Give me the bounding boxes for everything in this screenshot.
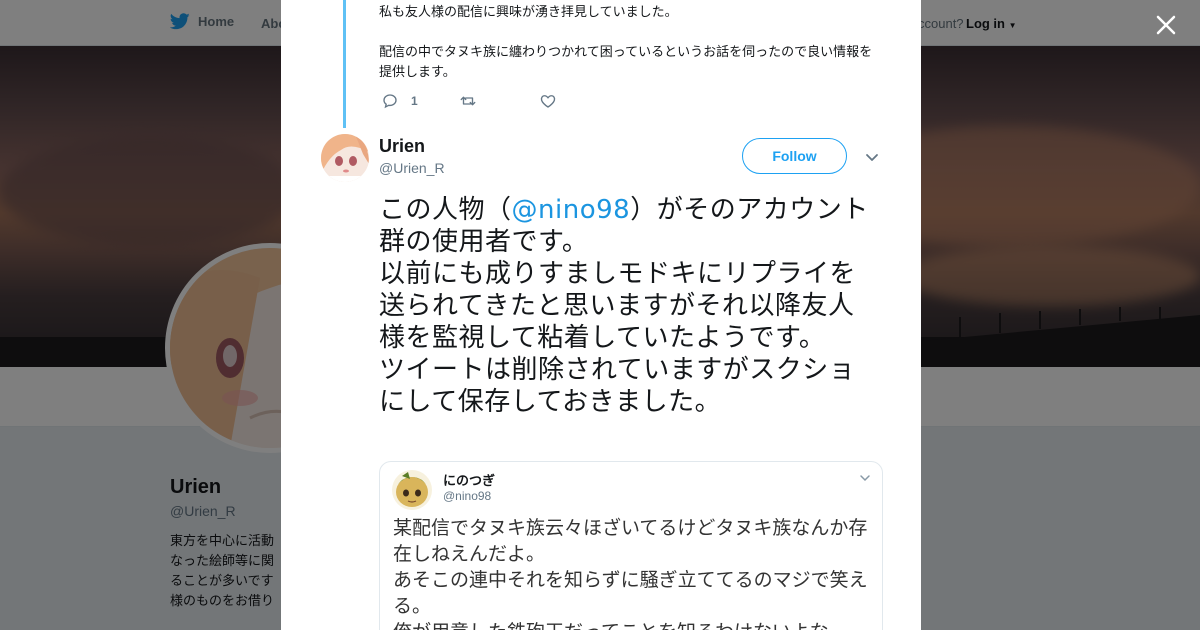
retweet-icon <box>460 96 476 106</box>
previous-tweet-line: 配信の中でタヌキ族に纏わりつかれて困っているというお話を伺ったので良い情報を提供… <box>379 45 873 80</box>
previous-tweet-line: 私も友人様の配信に興味が湧き拝見していました。 <box>379 5 678 20</box>
embedded-text-line: 俺が用意した鉄砲玉だってことを知るわけないよな <box>393 619 878 630</box>
tweet-text-segment: ツイートは削除されていますがスクショにして保存しておきました。 <box>379 355 856 417</box>
like-button[interactable] <box>539 92 557 110</box>
tweet-author-handle[interactable]: @Urien_R <box>379 160 445 176</box>
close-icon[interactable] <box>1153 12 1179 38</box>
tweet-text: この人物（@nino98）がそのアカウント群の使用者です。 以前にも成りすましモ… <box>379 194 869 418</box>
tweet-permalink-modal: 私も友人様の配信に興味が湧き拝見していました。 配信の中でタヌキ族に纏わりつかれ… <box>281 0 921 630</box>
chevron-down-icon[interactable] <box>864 149 880 165</box>
previous-tweet-text: 私も友人様の配信に興味が湧き拝見していました。 配信の中でタヌキ族に纏わりつかれ… <box>379 3 879 103</box>
embedded-text-line: あそこの連中それを知らずに騒ぎ立ててるのマジで笑える。 <box>393 569 868 617</box>
follow-button[interactable]: Follow <box>742 138 847 174</box>
reply-icon <box>383 94 397 109</box>
embedded-avatar-illustration <box>392 470 432 510</box>
heart-icon <box>540 95 556 108</box>
tweet-author-name[interactable]: Urien <box>379 136 425 157</box>
thread-connector-line <box>343 0 346 128</box>
embedded-author-name: にのつぎ <box>443 474 496 489</box>
previous-tweet-actions: 1 <box>381 92 557 110</box>
mention-link[interactable]: @nino98 <box>512 195 631 225</box>
chevron-down-icon <box>860 475 870 482</box>
embedded-tweet-text: 某配信でタヌキ族云々ほざいてるけどタヌキ族なんか存在しねえんだよ。 あそこの連中… <box>393 515 878 630</box>
retweet-button[interactable] <box>459 92 539 110</box>
embedded-author-handle: @nino98 <box>443 489 492 503</box>
embedded-text-line: 某配信でタヌキ族云々ほざいてるけどタヌキ族なんか存在しねえんだよ。 <box>393 517 868 565</box>
tweet-author-avatar[interactable] <box>321 134 369 182</box>
tweet-text-segment: 以前にも成りすましモドキにリプライを送られてきたと思いますがそれ以降友人様を監視… <box>379 259 857 353</box>
reply-button[interactable]: 1 <box>381 92 459 110</box>
author-avatar-illustration <box>321 134 369 182</box>
attached-screenshot-image[interactable]: にのつぎ @nino98 某配信でタヌキ族云々ほざいてるけどタヌキ族なんか存在し… <box>379 461 883 630</box>
embedded-avatar <box>392 470 432 510</box>
reply-count: 1 <box>411 94 418 108</box>
tweet-text-segment: この人物（ <box>379 195 512 225</box>
